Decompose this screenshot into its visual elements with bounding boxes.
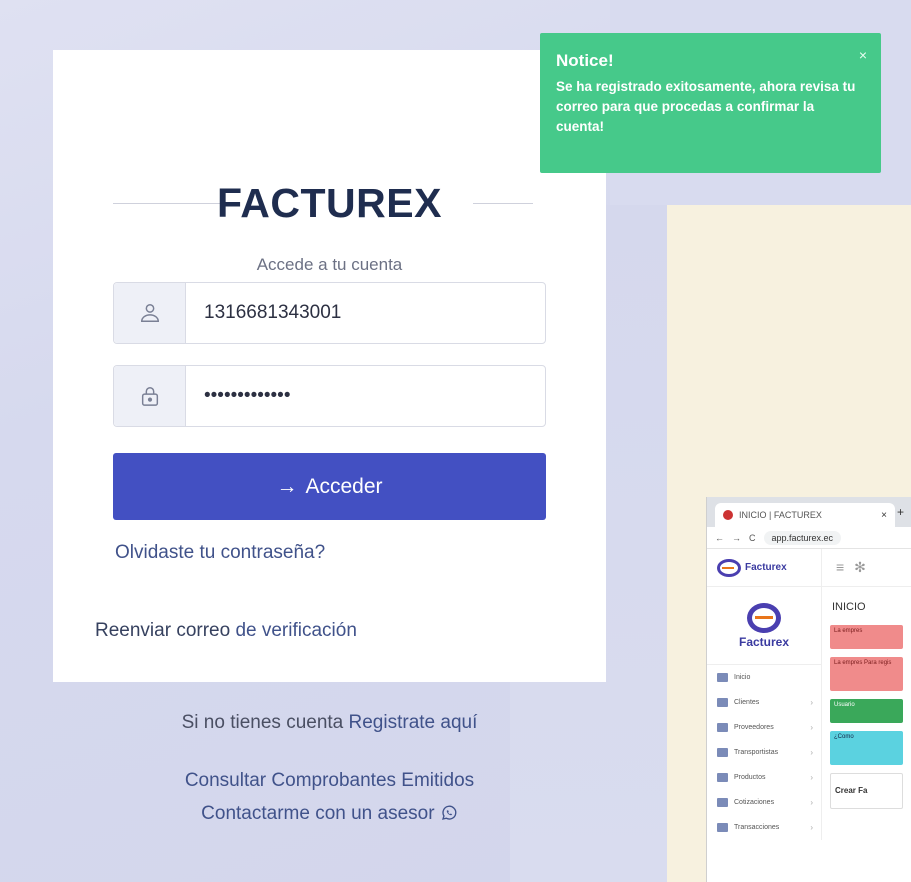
sidebar-item-label: Transportistas [734,749,779,756]
username-group [113,282,546,344]
app-header: Facturex ≡ ✻ [707,548,911,587]
chevron-right-icon: › [810,723,813,732]
box-icon [717,773,728,782]
tab-close-icon: × [881,509,887,521]
signup-row: Si no tienes cuenta Registrate aquí [53,712,606,734]
sidebar-item-label: Inicio [734,674,751,681]
table-icon [717,798,728,807]
login-button-label: Acceder [305,474,383,498]
brand-row: FACTUREX [53,178,606,228]
password-input[interactable] [186,366,545,426]
sidebar-item-label: Productos [734,774,766,781]
resend-link[interactable]: de verificación [235,620,356,641]
address-url: app.facturex.ec [763,530,842,545]
app-logo-small: Facturex [707,548,822,587]
header-icons: ≡ ✻ [822,559,866,576]
contact-advisor-label: Contactarme con un asesor [201,803,435,824]
resend-prefix: Reenviar correo [95,620,236,641]
app-screenshot-thumbnail: INICIO | FACTUREX × + ← → C app.facturex… [706,497,911,882]
sidebar-item-label: Clientes [734,699,760,706]
users-icon [717,698,728,707]
app-sidebar: Facturex Inicio Clientes › Proveedores › T… [707,587,822,840]
sidebar-item-cotizaciones: Cotizaciones › [707,790,821,815]
whatsapp-icon [440,803,458,824]
app-main: INICIO La empres La empres Para regis Us… [822,587,911,840]
contact-advisor-link[interactable]: Contactarme con un asesor [53,803,606,825]
close-icon[interactable]: × [859,47,867,63]
gear-icon: ✻ [854,559,866,575]
user-icon [114,283,186,343]
password-group [113,365,546,427]
browser-tab-title: INICIO | FACTUREX [739,510,822,520]
resend-verification[interactable]: Reenviar correo de verificación [95,620,357,642]
app-body: Facturex Inicio Clientes › Proveedores › T… [707,587,911,840]
reload-icon: C [749,532,756,543]
signup-link[interactable]: Registrate aquí [349,712,478,733]
divider-right [473,203,533,204]
chevron-right-icon: › [810,698,813,707]
sidebar-item-label: Proveedores [734,724,774,731]
login-subtitle: Accede a tu cuenta [256,255,403,274]
chevron-right-icon: › [810,798,813,807]
sidebar-item-transportistas: Transportistas › [707,740,821,765]
login-button[interactable]: → Acceder [113,453,546,520]
lock-icon [114,366,186,426]
forward-icon: → [732,532,741,543]
facturex-logo-icon [717,558,741,577]
menu-icon: ≡ [836,559,845,575]
browser-tabbar: INICIO | FACTUREX × + [707,497,911,527]
alert-success: Usuario [830,699,903,723]
home-icon [717,673,728,682]
new-tab-icon: + [897,505,905,519]
alert-info: ¿Como [830,731,903,765]
chevron-right-icon: › [810,773,813,782]
sidebar-item-transacciones: Transacciones › [707,815,821,840]
facturex-logo-large-icon [747,602,781,633]
app-page-title: INICIO [832,601,866,613]
notice-title: Notice! [556,51,614,70]
crear-factura-panel: Crear Fa [830,773,903,809]
back-icon: ← [715,532,724,543]
sidebar-item-label: Cotizaciones [734,799,775,806]
chevron-right-icon: › [810,823,813,832]
arrow-right-icon: → [276,474,298,498]
sidebar-item-proveedores: Proveedores › [707,715,821,740]
alert-danger-2: La empres Para regis [830,657,903,691]
notice-message: Se ha registrado exitosamente, ahora rev… [556,79,856,134]
browser-address-bar: ← → C app.facturex.ec [707,527,911,549]
sidebar-item-clientes: Clientes › [707,690,821,715]
signup-prefix: Si no tienes cuenta [181,712,349,733]
app-logo-large-text: Facturex [738,634,790,649]
chevron-right-icon: › [810,748,813,757]
browser-tab: INICIO | FACTUREX × [715,503,895,527]
sidebar-item-inicio: Inicio [707,665,821,690]
sidebar-item-productos: Productos › [707,765,821,790]
app-logo-large: Facturex [707,587,821,665]
sidebar-item-label: Transacciones [734,824,780,831]
favicon-icon [723,510,733,520]
app-logo-small-text: Facturex [745,562,787,573]
alert-danger: La empres [830,625,903,649]
users-icon [717,748,728,757]
table-icon [717,823,728,832]
users-icon [717,723,728,732]
consult-receipts-link[interactable]: Consultar Comprobantes Emitidos [53,770,606,792]
login-card: FACTUREX Accede a tu cuenta → Acceder Ol… [53,50,606,682]
forgot-password-link[interactable]: Olvidaste tu contraseña? [115,542,325,564]
notice-toast: Notice! Se ha registrado exitosamente, a… [540,33,881,173]
username-input[interactable] [186,283,545,343]
